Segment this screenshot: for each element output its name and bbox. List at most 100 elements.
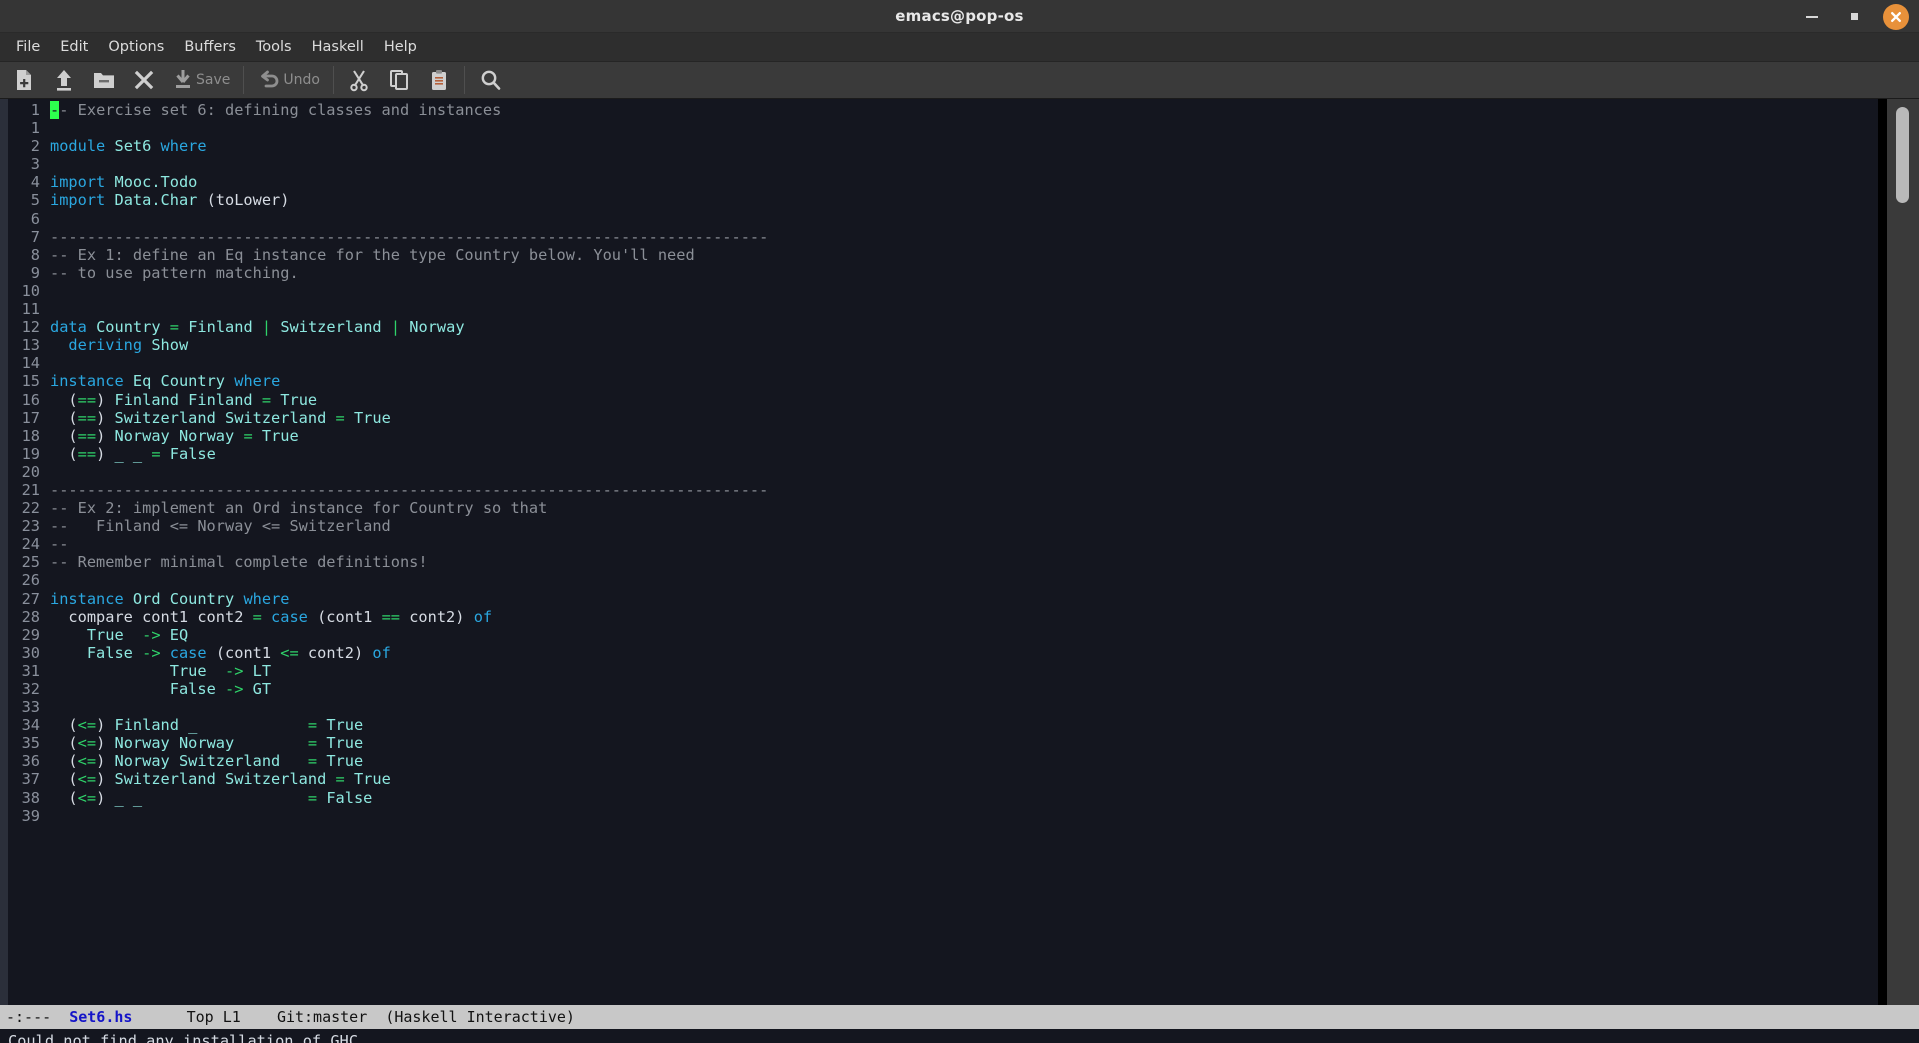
code-line[interactable]: 11 (8, 300, 1878, 318)
code-line[interactable]: 6 (8, 210, 1878, 228)
code-line[interactable]: 23 -- Finland <= Norway <= Switzerland (8, 517, 1878, 535)
save-button[interactable]: Save (164, 64, 238, 97)
paste-icon (431, 70, 446, 90)
dired-button[interactable] (84, 64, 124, 97)
code-line[interactable]: 27 instance Ord Country where (8, 590, 1878, 608)
code-line[interactable]: 19 (==) _ _ = False (8, 445, 1878, 463)
menu-item-buffers[interactable]: Buffers (174, 36, 246, 58)
line-number: 34 (21, 716, 40, 735)
code-token: cont2) (400, 607, 474, 626)
code-line[interactable]: 15 instance Eq Country where (8, 372, 1878, 390)
code-line[interactable]: 25 -- Remember minimal complete definitio… (8, 553, 1878, 571)
code-line[interactable]: 35 (<=) Norway Norway = True (8, 734, 1878, 752)
code-line[interactable]: 28 compare cont1 cont2 = case (cont1 == … (8, 608, 1878, 626)
menu-item-tools[interactable]: Tools (246, 36, 302, 58)
paste-button[interactable] (419, 64, 459, 97)
code-line[interactable]: 16 (==) Finland Finland = True (8, 391, 1878, 409)
code-token: Switzerland Switzerland (114, 770, 327, 789)
code-line[interactable]: 4 import Mooc.Todo (8, 173, 1878, 191)
code-token: module (50, 137, 106, 156)
menu-item-options[interactable]: Options (98, 36, 174, 58)
code-line[interactable]: 32 False -> GT (8, 680, 1878, 698)
code-line[interactable]: 38 (<=) _ _ = False (8, 789, 1878, 807)
code-line[interactable]: 5 import Data.Char (toLower) (8, 191, 1878, 209)
code-line[interactable]: 3 (8, 155, 1878, 173)
code-line[interactable]: 14 (8, 354, 1878, 372)
modeline-major-mode[interactable]: (Haskell Interactive) (385, 1008, 575, 1026)
code-token: -> (225, 661, 244, 680)
code-line[interactable]: 17 (==) Switzerland Switzerland = True (8, 409, 1878, 427)
close-buffer-button[interactable] (124, 64, 164, 97)
undo-button[interactable]: Undo (249, 64, 328, 97)
open-file-button[interactable] (44, 64, 84, 97)
line-number: 5 (30, 191, 40, 210)
code-token: = (307, 752, 318, 771)
code-token: True (86, 625, 124, 644)
code-token: = (151, 444, 161, 463)
maximize-button[interactable] (1841, 4, 1867, 30)
code-line[interactable]: 9 -- to use pattern matching. (8, 264, 1878, 282)
search-button[interactable] (470, 64, 510, 97)
code-line[interactable]: 33 (8, 698, 1878, 716)
code-line[interactable]: 20 (8, 463, 1878, 481)
code-line[interactable]: 18 (==) Norway Norway = True (8, 427, 1878, 445)
code-token: Exercise set 6: defining classes and ins… (68, 101, 502, 119)
code-line[interactable]: 1 -- Exercise set 6: defining classes and… (8, 101, 1878, 119)
close-button[interactable] (1883, 3, 1909, 30)
code-line[interactable]: 8 -- Ex 1: define an Eq instance for the … (8, 246, 1878, 264)
code-line[interactable]: 39 (8, 807, 1878, 825)
code-token: = (335, 408, 345, 427)
line-number: 36 (21, 752, 40, 771)
code-line[interactable]: 30 False -> case (cont1 <= cont2) of (8, 644, 1878, 662)
code-line[interactable]: 37 (<=) Switzerland Switzerland = True (8, 770, 1878, 788)
close-buffer-icon (134, 70, 154, 90)
code-token: False (86, 643, 133, 662)
code-line[interactable]: 24 -- (8, 535, 1878, 553)
code-token: == (77, 390, 97, 409)
line-number: 3 (30, 155, 40, 174)
code-line[interactable]: 10 (8, 282, 1878, 300)
code-line[interactable]: 36 (<=) Norway Switzerland = True (8, 752, 1878, 770)
code-token: Mooc.Todo (114, 173, 198, 192)
menu-item-edit[interactable]: Edit (50, 36, 98, 58)
code-line[interactable]: 1 (8, 119, 1878, 137)
menu-item-help[interactable]: Help (374, 36, 427, 58)
code-line[interactable]: 29 True -> EQ (8, 626, 1878, 644)
copy-button[interactable] (379, 64, 419, 97)
vertical-scrollbar[interactable] (1887, 99, 1919, 1005)
code-line[interactable]: 2 module Set6 where (8, 137, 1878, 155)
code-line[interactable]: 31 True -> LT (8, 662, 1878, 680)
code-line[interactable]: 22 -- Ex 2: implement an Ord instance for… (8, 499, 1878, 517)
line-number: 2 (30, 137, 40, 156)
menu-item-haskell[interactable]: Haskell (302, 36, 374, 58)
new-file-button[interactable] (4, 64, 44, 97)
code-buffer[interactable]: 1 -- Exercise set 6: defining classes and… (8, 99, 1878, 1005)
modeline-buffer-name[interactable]: Set6.hs (69, 1008, 132, 1026)
minimize-button[interactable] (1799, 4, 1825, 30)
code-token: ) (96, 444, 115, 463)
menu-item-file[interactable]: File (6, 36, 50, 58)
code-line[interactable]: 26 (8, 571, 1878, 589)
line-number: 29 (21, 625, 40, 644)
code-line[interactable]: 13 deriving Show (8, 336, 1878, 354)
scrollbar-thumb[interactable] (1896, 107, 1909, 203)
toolbar-separator-1 (243, 66, 245, 94)
cut-button[interactable] (339, 64, 379, 97)
code-line[interactable]: 34 (<=) Finland _ = True (8, 716, 1878, 734)
code-line[interactable]: 12 data Country = Finland | Switzerland |… (8, 318, 1878, 336)
code-token: (cont1 (206, 643, 281, 662)
code-line[interactable]: 21 --------------------------------------… (8, 481, 1878, 499)
code-line[interactable]: 7 ---------------------------------------… (8, 228, 1878, 246)
code-token: Eq Country (132, 372, 226, 391)
modeline-vc-branch[interactable]: Git:master (277, 1008, 367, 1026)
line-number: 11 (21, 300, 40, 319)
